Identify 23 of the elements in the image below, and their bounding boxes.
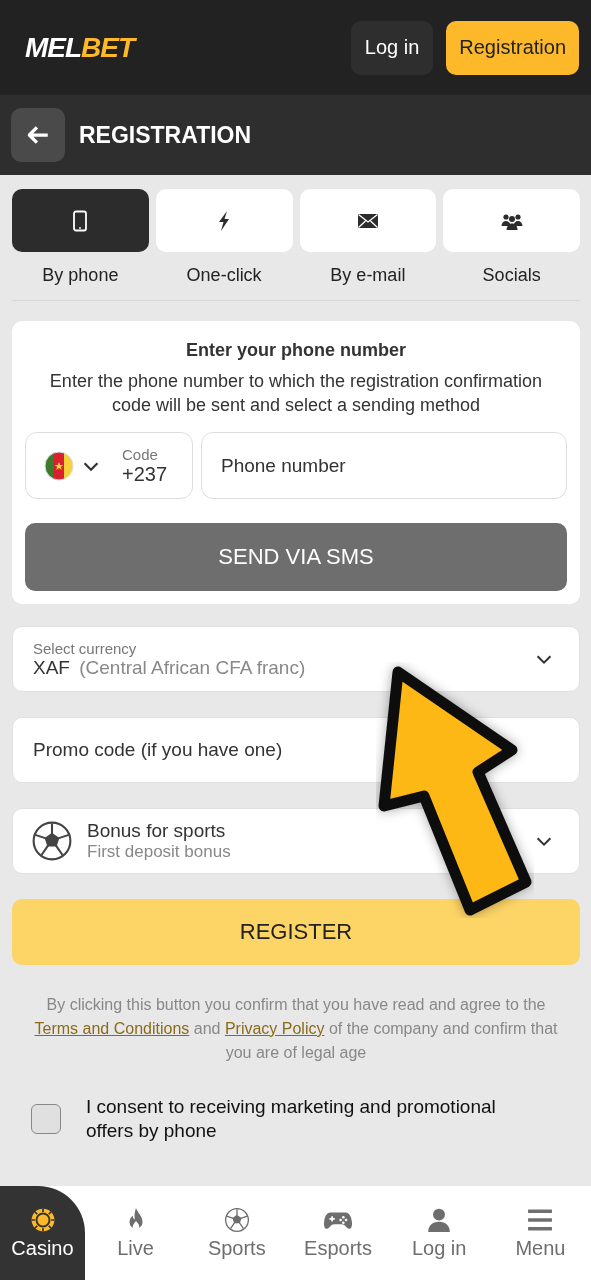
page-title: REGISTRATION [79,121,252,149]
flag-icon [44,450,74,481]
logo: MELBET [25,31,135,64]
consent-label: I consent to receiving marketing and promotional offers by phone [86,1095,497,1143]
legal-text: By clicking this button you confirm that you have read and agree to the Terms and Conditions and Privacy Policy of the company and confirm that you are of legal age [33,995,559,1063]
registration-button[interactable]: Registration [446,20,579,75]
send-sms-button[interactable]: SEND VIA SMS [25,523,567,591]
user-icon [426,1206,453,1233]
country-code-select[interactable]: Code +237 [25,432,193,499]
card-description: Enter the phone number to which the registration confirmation code will be sent and select a sending method [48,370,544,417]
consent-checkbox[interactable] [31,1104,61,1134]
currency-select[interactable]: Select currency XAF (Central African CFA franc) [12,626,580,692]
phone-number-field[interactable]: Phone number [201,432,567,499]
chip-icon [29,1206,56,1233]
terms-link[interactable]: Terms and Conditions [34,1020,190,1037]
nav-item[interactable]: Casino [0,1186,85,1280]
soccer-ball-icon [223,1206,250,1233]
login-button[interactable]: Log in [350,20,434,75]
soccer-ball-icon [31,820,73,862]
back-button[interactable] [11,108,65,162]
card-heading: Enter your phone number [186,340,406,361]
privacy-link[interactable]: Privacy Policy [224,1020,325,1037]
register-button[interactable]: REGISTER [12,899,580,965]
